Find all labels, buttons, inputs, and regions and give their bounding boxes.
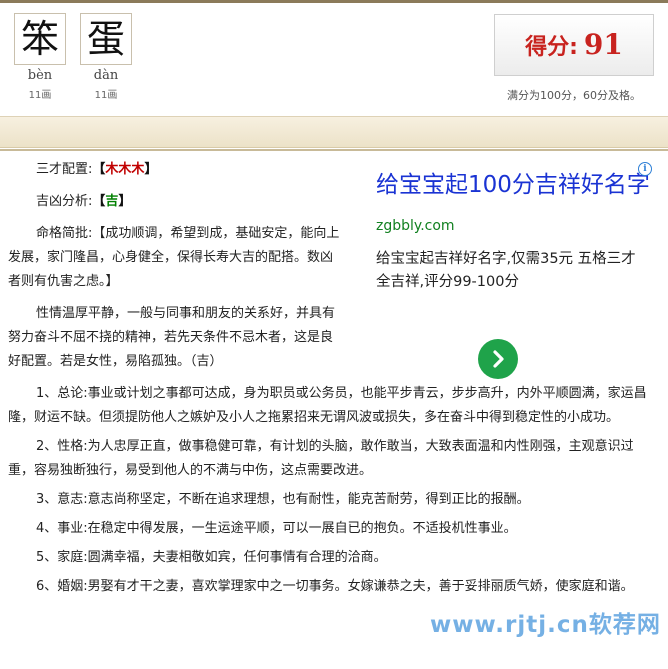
ad-title-link[interactable]: 给宝宝起100分吉祥好名字 (356, 168, 656, 202)
strokes-2: 11画 (94, 90, 118, 101)
sancai-close-bracket: 】 (144, 162, 158, 177)
sancai-label: 三才配置: (36, 162, 93, 177)
char-box-1: 笨 (14, 13, 66, 65)
sancai-open-bracket: 【 (92, 162, 106, 177)
top-border (0, 0, 668, 3)
ad-description: 给宝宝起吉祥好名字,仅需35元 五格三才全吉祥,评分99-100分 (376, 251, 636, 290)
analysis-content: i 给宝宝起100分吉祥好名字 zgbbly.com 给宝宝起吉祥好名字,仅需3… (8, 158, 656, 604)
site-watermark: www.rjtj.cn软荐网 (430, 612, 661, 638)
chevron-right-icon (493, 350, 504, 368)
jixiong-close-bracket: 】 (118, 194, 132, 209)
ad-info-icon[interactable]: i (638, 162, 652, 176)
detail-item: 3、意志:意志尚称坚定，不断在追求理想，也有耐性，能克苦耐劳，得到正比的报酬。 (36, 492, 530, 507)
strokes-1: 11画 (28, 90, 52, 101)
section-band (0, 116, 668, 151)
detail-item: 2、性格:为人忠厚正直，做事稳健可靠，有计划的头脑，敢作敢当，大致表面温和内性刚… (8, 439, 634, 478)
jixiong-value: 吉 (105, 194, 119, 209)
score-value: 91 (583, 28, 623, 61)
pinyin-1: bèn (27, 68, 53, 83)
pinyin-2: dàn (93, 68, 119, 83)
detail-item: 1、总论:事业或计划之事都可达成，身为职员或公务员，也能平步青云，步步高升，内外… (8, 386, 647, 425)
ad-url[interactable]: zgbbly.com (356, 214, 656, 238)
score-box: 得分: 91 (494, 14, 654, 76)
detail-item: 4、事业:在稳定中得发展，一生运途平顺，可以一展自已的抱负。不适投机性事业。 (36, 521, 517, 536)
ad-arrow-button[interactable] (478, 339, 518, 379)
jixiong-label: 吉凶分析: (36, 194, 93, 209)
detail-item: 5、家庭:圆满幸福，夫妻相敬如宾，任何事情有合理的洽商。 (36, 550, 387, 565)
char-box-2: 蛋 (80, 13, 132, 65)
ad-block[interactable]: i 给宝宝起100分吉祥好名字 zgbbly.com 给宝宝起吉祥好名字,仅需3… (356, 158, 656, 379)
detail-item: 6、婚姻:男娶有才干之妻，喜欢掌理家中之一切事务。女嫁谦恭之夫，善于妥排丽质气娇… (36, 579, 634, 594)
jixiong-open-bracket: 【 (92, 194, 106, 209)
score-label: 得分: (525, 35, 578, 60)
sancai-value: 木木木 (105, 162, 145, 177)
score-note: 满分为100分，60分及格。 (507, 89, 641, 102)
